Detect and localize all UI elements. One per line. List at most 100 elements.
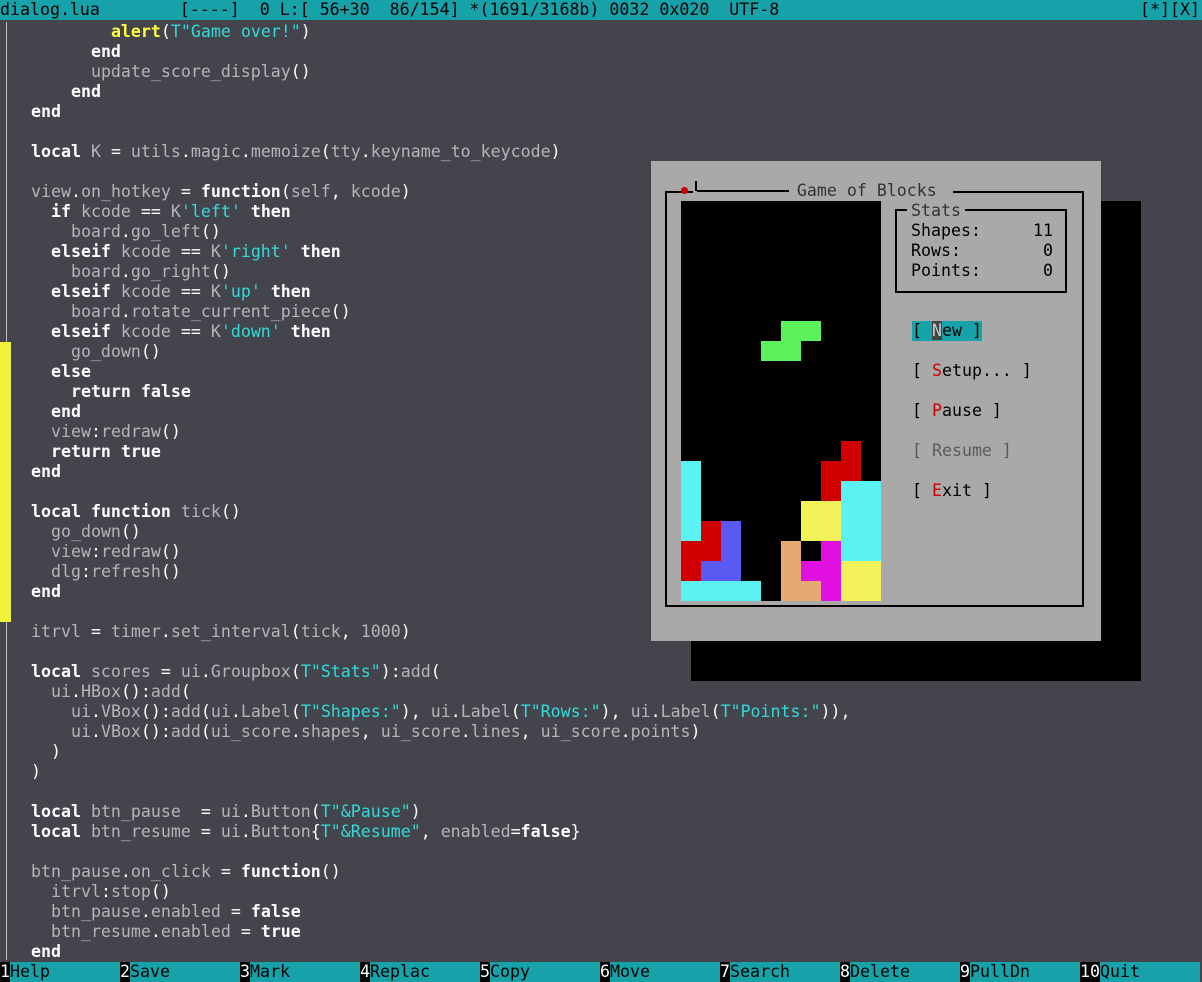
code-line[interactable]: alert(T"Game over!") (31, 22, 850, 42)
code-token: = (510, 822, 521, 841)
code-token: go_down (31, 342, 141, 361)
board-block (781, 581, 801, 601)
board-block (701, 521, 721, 541)
setup-button-open: [ (912, 361, 932, 380)
code-line[interactable]: local btn_resume = ui.Button{T"&Resume",… (31, 822, 850, 842)
code-line[interactable] (31, 782, 850, 802)
code-token: ) (400, 182, 411, 201)
exit-button-open: [ (912, 481, 932, 500)
code-token: tick (170, 502, 221, 521)
code-token: ( (200, 722, 211, 741)
code-line[interactable]: end (31, 942, 850, 962)
close-icon[interactable] (681, 187, 688, 194)
file-status: dialog.lua [----] 0 L:[ 56+30 86/154] *(… (0, 0, 780, 19)
code-token: update_score_display (90, 62, 291, 81)
new-button[interactable]: [ New ] (912, 321, 982, 341)
fkey-quit[interactable]: 10Quit (1080, 962, 1200, 982)
exit-button-hotkey: E (931, 481, 942, 500)
board-block (861, 501, 881, 521)
code-token: ui (31, 702, 91, 721)
board-block (721, 521, 741, 541)
code-token: "Game over!" (180, 22, 301, 41)
code-line[interactable] (31, 122, 850, 142)
pause-button[interactable]: [ Pause ] (912, 401, 1002, 421)
fkey-copy[interactable]: 5Copy (480, 962, 600, 982)
code-token: then (300, 242, 341, 261)
fkey-search[interactable]: 7Search (720, 962, 840, 982)
code-line[interactable]: ui.VBox():add(ui_score.shapes, ui_score.… (31, 722, 850, 742)
code-token: itrvl (31, 882, 101, 901)
code-token: return (70, 382, 131, 401)
code-line[interactable]: local btn_pause = ui.Button(T"&Pause") (31, 802, 850, 822)
code-line[interactable]: update_score_display() (31, 62, 850, 82)
code-token: = (180, 182, 191, 201)
fkey-label: PullDn (970, 962, 1080, 982)
board-block (841, 501, 861, 521)
code-token: end (31, 582, 61, 601)
code-token: = (110, 142, 121, 161)
board-block (841, 481, 861, 501)
setup-button[interactable]: [ Setup... ] (912, 361, 1032, 381)
code-line[interactable]: itrvl:stop() (31, 882, 850, 902)
fkey-move[interactable]: 6Move (600, 962, 720, 982)
code-token: ui (620, 702, 651, 721)
exit-button[interactable]: [ Exit ] (912, 481, 992, 501)
code-token: add (170, 722, 201, 741)
fkey-number: 5 (480, 962, 490, 982)
code-line[interactable] (31, 842, 850, 862)
code-token: go_right (130, 262, 211, 281)
code-line[interactable]: end (31, 102, 850, 122)
game-board[interactable] (681, 201, 881, 601)
code-token: Label (240, 702, 291, 721)
code-line[interactable]: btn_pause.on_click = function() (31, 862, 850, 882)
fkey-delete[interactable]: 8Delete (840, 962, 960, 982)
code-token: HBox (80, 682, 121, 701)
code-token: ) (690, 722, 701, 741)
fkey-number: 7 (720, 962, 730, 982)
code-token: Button (250, 822, 311, 841)
code-token: ) (380, 662, 391, 681)
code-line[interactable]: btn_resume.enabled = true (31, 922, 850, 942)
code-token: : (160, 722, 171, 741)
code-token: . (70, 182, 81, 201)
code-token: add (170, 702, 201, 721)
code-line[interactable]: ui.VBox():add(ui.Label(T"Shapes:"), ui.L… (31, 702, 851, 722)
code-line[interactable]: btn_pause.enabled = false (31, 902, 850, 922)
code-line[interactable]: ) (31, 762, 850, 782)
fkey-pulldn[interactable]: 9PullDn (960, 962, 1080, 982)
fkey-help[interactable]: 1Help (0, 962, 120, 982)
code-token: ( (320, 142, 331, 161)
fkey-save[interactable]: 2Save (120, 962, 240, 982)
code-line[interactable]: local K = utils.magic.memoize(tty.keynam… (31, 142, 850, 162)
board-block (841, 581, 861, 601)
code-line[interactable]: end (31, 42, 850, 62)
code-token: "&Pause" (330, 802, 411, 821)
code-line[interactable]: ui.HBox():add( (31, 682, 850, 702)
board-block (861, 561, 881, 581)
code-token: ui (170, 662, 201, 681)
code-token: . (620, 722, 631, 741)
fkey-mark[interactable]: 3Mark (240, 962, 360, 982)
code-token: T (300, 662, 311, 681)
code-token: . (180, 142, 191, 161)
code-line[interactable]: end (31, 82, 850, 102)
board-block (821, 561, 841, 581)
fkey-replac[interactable]: 4Replac (360, 962, 480, 982)
code-line[interactable]: ) (31, 742, 850, 762)
board-block (861, 481, 881, 501)
code-token: keyname_to_keycode (370, 142, 551, 161)
window-controls[interactable]: [*][X] (1140, 0, 1200, 20)
fkey-number: 1 (0, 962, 10, 982)
code-token: , (840, 702, 851, 721)
code-token: end (70, 82, 101, 101)
code-token: () (200, 222, 221, 241)
board-block (841, 541, 861, 561)
code-token: K (200, 282, 221, 301)
code-token: Label (660, 702, 711, 721)
